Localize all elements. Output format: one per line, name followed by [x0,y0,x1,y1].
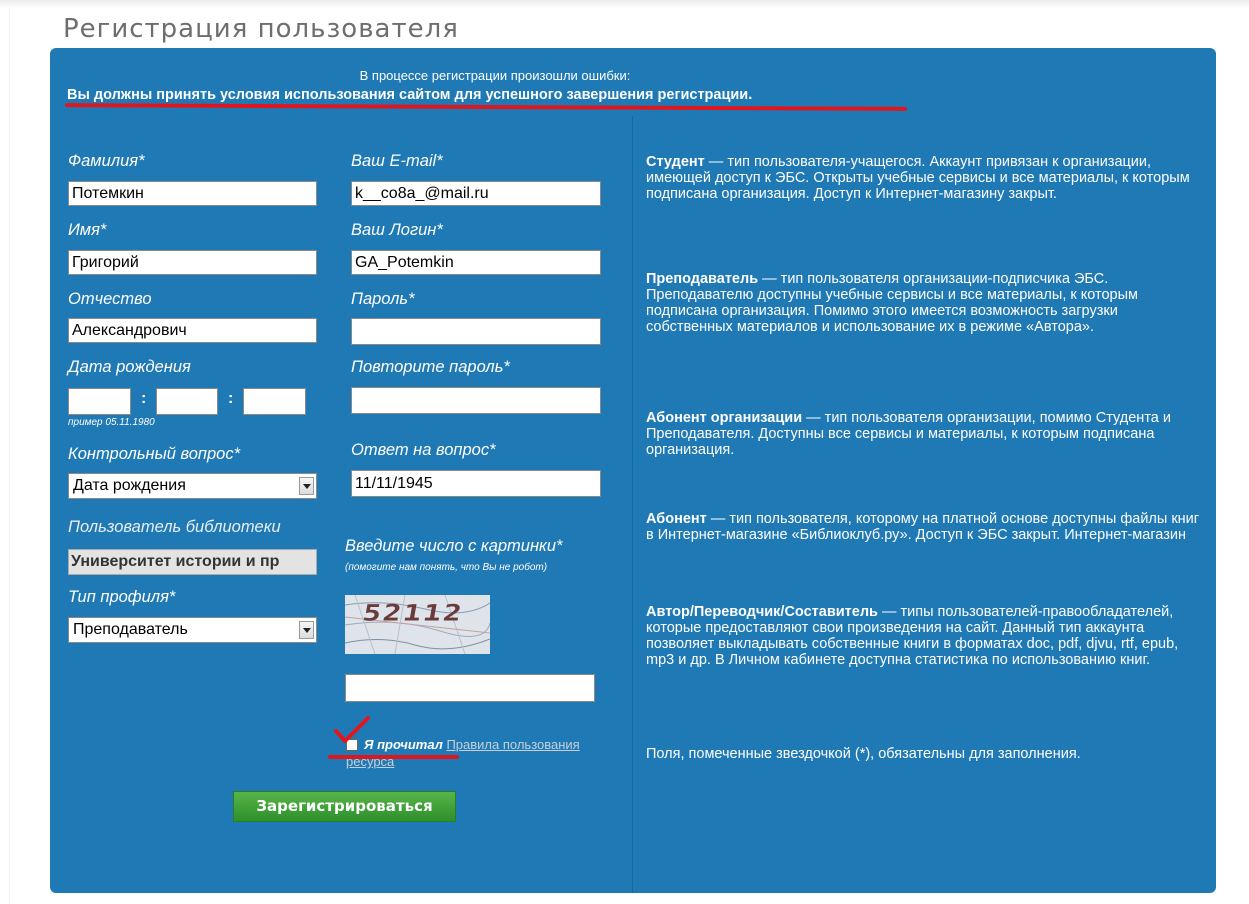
page-title: Регистрация пользователя [63,14,459,44]
email-label: Ваш E-mail* [351,152,443,170]
birth-day-input[interactable] [68,388,131,415]
password-label: Пароль* [351,290,415,308]
column-divider [632,116,633,893]
profile-type-select[interactable]: Преподаватель [68,617,317,643]
birth-separator-1: : [141,390,147,407]
info-author: Автор/Переводчик/Составитель — типы поль… [646,604,1206,668]
chevron-down-icon[interactable] [299,477,314,495]
birth-date-label: Дата рождения [68,358,191,376]
name-input[interactable] [68,250,317,275]
captcha-label: Введите число с картинки* [345,537,563,555]
info-teacher-term: Преподаватель [646,271,759,287]
security-question-value: Дата рождения [73,477,186,494]
captcha-input[interactable] [345,674,595,702]
birth-month-input[interactable] [156,388,218,415]
info-author-term: Автор/Переводчик/Составитель [646,604,878,620]
info-student-term: Студент [646,154,705,170]
library-user-label: Пользователь библиотеки [68,518,281,536]
captcha-hint: (помогите нам понять, что Вы не робот) [345,562,548,573]
terms-link[interactable]: Правила пользования [446,737,579,752]
agree-underline-annotation [328,755,459,759]
top-border [0,0,1249,8]
captcha-image: 52112 [345,595,490,654]
agree-label: Я прочитал [364,737,443,752]
profile-type-value: Преподаватель [73,621,188,638]
security-question-select[interactable]: Дата рождения [68,473,317,499]
info-org-subscriber: Абонент организации — тип пользователя о… [646,410,1206,458]
info-subscriber-text: — тип пользователя, которому на платной … [646,511,1200,543]
info-student: Студент — тип пользователя-учащегося. Ак… [646,154,1206,202]
chevron-down-icon[interactable] [299,621,314,639]
required-fields-note: Поля, помеченные звездочкой (*), обязате… [646,746,1081,762]
captcha-text: 52112 [360,600,466,627]
error-heading: В процессе регистрации произошли ошибки: [359,68,631,83]
birth-separator-2: : [228,390,234,407]
security-question-label: Контрольный вопрос* [68,445,241,463]
info-student-text: — тип пользователя-учащегося. Аккаунт пр… [646,154,1190,202]
patronymic-input[interactable] [68,318,317,343]
register-button[interactable]: Зарегистрироваться [233,791,456,822]
agree-text: Я прочитал Правила пользования [364,737,580,752]
password-repeat-label: Повторите пароль* [351,358,510,376]
info-subscriber: Абонент — тип пользователя, которому на … [646,511,1206,543]
email-input[interactable] [351,181,601,206]
answer-label: Ответ на вопрос* [351,441,496,459]
surname-input[interactable] [68,181,317,206]
patronymic-label: Отчество [68,290,152,308]
error-message: Вы должны принять условия использования … [67,87,753,103]
birth-date-example: пример 05.11.1980 [68,417,155,428]
password-repeat-input[interactable] [351,387,601,414]
left-border [9,8,10,904]
birth-year-input[interactable] [243,388,306,415]
login-input[interactable] [351,250,601,275]
password-input[interactable] [351,318,601,345]
info-org-subscriber-term: Абонент организации [646,410,803,426]
surname-label: Фамилия* [68,152,145,170]
info-teacher: Преподаватель — тип пользователя организ… [646,271,1206,335]
login-label: Ваш Логин* [351,221,443,239]
profile-type-label: Тип профиля* [68,588,176,606]
name-label: Имя* [68,221,107,239]
answer-input[interactable] [351,470,601,497]
info-subscriber-term: Абонент [646,511,707,527]
library-user-field: Университет истории и пр [68,549,317,575]
